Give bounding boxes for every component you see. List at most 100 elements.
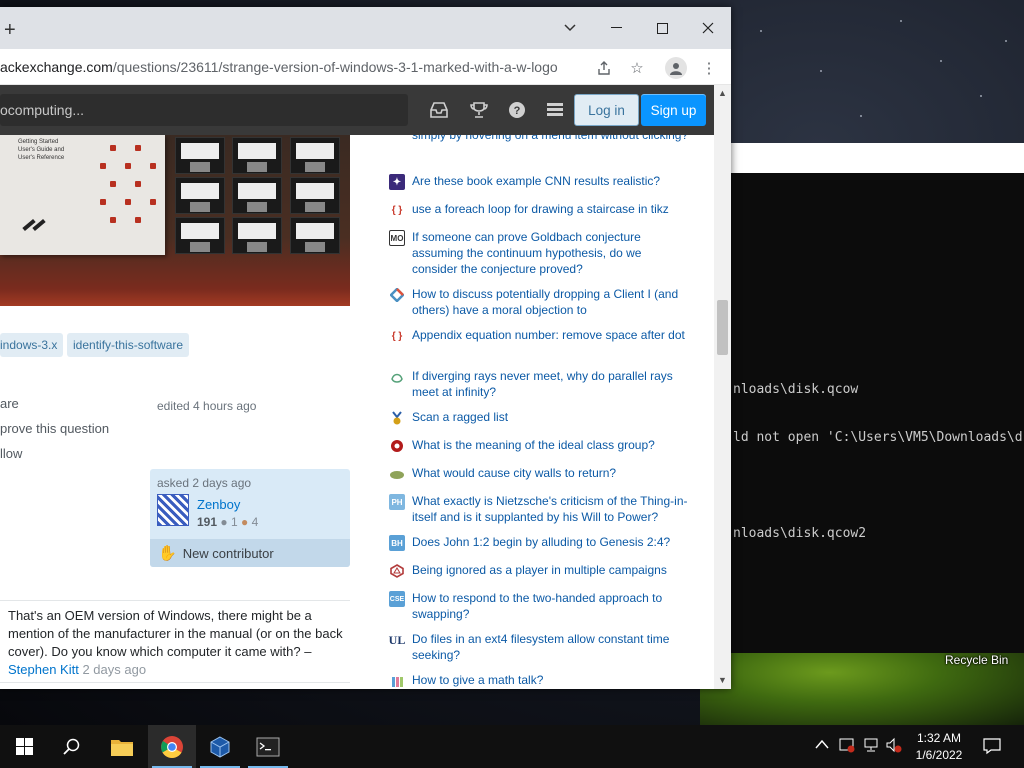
- chevron-down-icon[interactable]: [547, 13, 593, 43]
- cs-icon: CSE: [389, 591, 405, 607]
- notifications-icon[interactable]: [983, 737, 1001, 758]
- search-input[interactable]: ocomputing...: [0, 94, 408, 126]
- address-bar[interactable]: ackexchange.com/questions/23611/strange-…: [0, 49, 731, 85]
- list-item[interactable]: What is the meaning of the ideal class g…: [389, 437, 689, 454]
- hot-question-link[interactable]: Appendix equation number: remove space a…: [412, 327, 685, 344]
- url-field[interactable]: ackexchange.com/questions/23611/strange-…: [0, 59, 558, 75]
- hot-question-link[interactable]: Do files in an ext4 filesystem allow con…: [412, 631, 689, 663]
- comment-date[interactable]: 2 days ago: [82, 662, 146, 677]
- improve-question-link[interactable]: prove this question: [0, 421, 109, 436]
- silver-badge-icon: ●: [220, 515, 231, 529]
- user-name-link[interactable]: Zenboy: [197, 497, 240, 512]
- list-item[interactable]: { } use a foreach loop for drawing a sta…: [389, 201, 689, 218]
- chrome-icon[interactable]: [148, 725, 196, 768]
- tray-chevron-up-icon[interactable]: [815, 737, 829, 752]
- comment: That's an OEM version of Windows, there …: [8, 607, 343, 679]
- hot-question-link[interactable]: use a foreach loop for drawing a stairca…: [412, 201, 669, 218]
- philosophy-icon: PH: [389, 494, 405, 510]
- tab-strip[interactable]: +: [0, 7, 731, 49]
- recycle-bin-label[interactable]: Recycle Bin: [945, 653, 1008, 667]
- share-icon[interactable]: [593, 57, 615, 79]
- workplace-icon: [389, 287, 405, 303]
- page-scrollbar[interactable]: ▲ ▼: [714, 85, 731, 689]
- list-item[interactable]: CSE How to respond to the two-handed app…: [389, 590, 689, 622]
- hot-question-link[interactable]: If someone can prove Goldbach conjecture…: [412, 229, 689, 277]
- terminal-line: nloads\disk.qcow2: [733, 526, 867, 541]
- hermeneutics-icon: BH: [389, 535, 405, 551]
- list-item[interactable]: MO If someone can prove Goldbach conject…: [389, 229, 689, 277]
- login-button[interactable]: Log in: [574, 94, 639, 126]
- url-path: /questions/23611/strange-version-of-wind…: [112, 59, 558, 75]
- hot-question-link[interactable]: Does John 1:2 begin by alluding to Genes…: [412, 534, 670, 551]
- taskbar: 1:32 AM 1/6/2022: [0, 725, 1024, 768]
- plus-icon[interactable]: +: [4, 20, 16, 40]
- hot-question-link[interactable]: Are these book example CNN results reali…: [412, 173, 660, 190]
- hot-question-link[interactable]: How to discuss potentially dropping a Cl…: [412, 286, 689, 318]
- list-item[interactable]: UL Do files in an ext4 filesystem allow …: [389, 631, 689, 663]
- minimize-icon[interactable]: [593, 13, 639, 43]
- search-icon[interactable]: [48, 725, 96, 768]
- list-item[interactable]: Being ignored as a player in multiple ca…: [389, 562, 689, 579]
- hot-question-link[interactable]: What is the meaning of the ideal class g…: [412, 437, 655, 454]
- list-item[interactable]: { } Appendix equation number: remove spa…: [389, 327, 689, 344]
- scroll-down-icon[interactable]: ▼: [718, 675, 727, 685]
- terminal-line: ld not open 'C:\Users\VM5\Downloads\d: [733, 430, 1023, 445]
- follow-link[interactable]: llow: [0, 446, 22, 461]
- profile-icon[interactable]: [665, 57, 687, 79]
- achievements-icon[interactable]: [468, 99, 490, 121]
- photo-manual-box: Getting Started User's Guide and User's …: [0, 135, 165, 255]
- question-photo: Getting Started User's Guide and User's …: [0, 135, 350, 306]
- list-item[interactable]: How to discuss potentially dropping a Cl…: [389, 286, 689, 318]
- tag-identify-this-software[interactable]: identify-this-software: [67, 333, 190, 357]
- help-icon[interactable]: ?: [506, 99, 528, 121]
- inbox-icon[interactable]: [428, 99, 450, 121]
- tag-windows-3x[interactable]: indows-3.x: [0, 333, 64, 357]
- system-clock[interactable]: 1:32 AM 1/6/2022: [905, 730, 973, 764]
- new-contributor-banner[interactable]: ✋ New contributor: [150, 539, 350, 567]
- signup-button[interactable]: Sign up: [641, 94, 706, 126]
- bookmark-star-icon[interactable]: ☆: [626, 57, 648, 79]
- file-explorer-icon[interactable]: [98, 725, 146, 768]
- bronze-badge-count: 4: [251, 515, 259, 529]
- hot-question-link[interactable]: How to give a math talk?: [412, 672, 543, 689]
- list-item[interactable]: If diverging rays never meet, why do par…: [389, 368, 689, 400]
- codegolf-icon: [389, 410, 405, 426]
- scroll-up-icon[interactable]: ▲: [718, 88, 727, 98]
- hot-question-link[interactable]: Being ignored as a player in multiple ca…: [412, 562, 667, 579]
- tex-icon: { }: [391, 330, 403, 342]
- list-item[interactable]: simply by hovering on a menu item withou…: [412, 135, 712, 143]
- maximize-icon[interactable]: [639, 13, 685, 43]
- edited-timestamp[interactable]: edited 4 hours ago: [157, 399, 256, 413]
- scroll-thumb[interactable]: [717, 300, 728, 355]
- hot-question-link[interactable]: What exactly is Nietzsche's criticism of…: [412, 493, 689, 525]
- hot-question-link[interactable]: Scan a ragged list: [412, 409, 508, 426]
- hot-question-link[interactable]: simply by hovering on a menu item withou…: [412, 135, 688, 143]
- hot-question-link[interactable]: If diverging rays never meet, why do par…: [412, 368, 689, 400]
- comment-dash: –: [304, 644, 312, 659]
- windows-start-icon[interactable]: [0, 725, 48, 768]
- reputation-value: 191: [197, 515, 218, 529]
- tex-icon: { }: [391, 204, 403, 216]
- share-link[interactable]: are: [0, 396, 19, 411]
- hot-question-link[interactable]: What would cause city walls to return?: [412, 465, 616, 482]
- list-item[interactable]: Scan a ragged list: [389, 409, 689, 426]
- comment-author-link[interactable]: Stephen Kitt: [8, 662, 79, 677]
- terminal-titlebar[interactable]: [731, 143, 1024, 173]
- list-item[interactable]: BH Does John 1:2 begin by alluding to Ge…: [389, 534, 689, 551]
- terminal-icon[interactable]: [244, 725, 292, 768]
- hot-question-link[interactable]: How to respond to the two-handed approac…: [412, 590, 689, 622]
- list-item[interactable]: How to give a math talk?: [389, 672, 689, 689]
- close-icon[interactable]: [685, 13, 731, 43]
- browser-menu-icon[interactable]: ⋮: [698, 57, 720, 79]
- virtualbox-icon[interactable]: [196, 725, 244, 768]
- volume-muted-icon[interactable]: [885, 737, 903, 756]
- list-item[interactable]: PH What exactly is Nietzsche's criticism…: [389, 493, 689, 525]
- tray-app-icon[interactable]: [838, 737, 856, 756]
- avatar[interactable]: [157, 494, 189, 526]
- list-item[interactable]: What would cause city walls to return?: [389, 465, 689, 482]
- network-icon[interactable]: [862, 737, 880, 756]
- list-item[interactable]: ✦ Are these book example CNN results rea…: [389, 173, 689, 190]
- browser-window[interactable]: + ackexchange.com/questions/23611/strang…: [0, 7, 731, 689]
- site-switcher-icon[interactable]: [544, 99, 566, 121]
- terminal-window[interactable]: nloads\disk.qcow ld not open 'C:\Users\V…: [730, 143, 1024, 653]
